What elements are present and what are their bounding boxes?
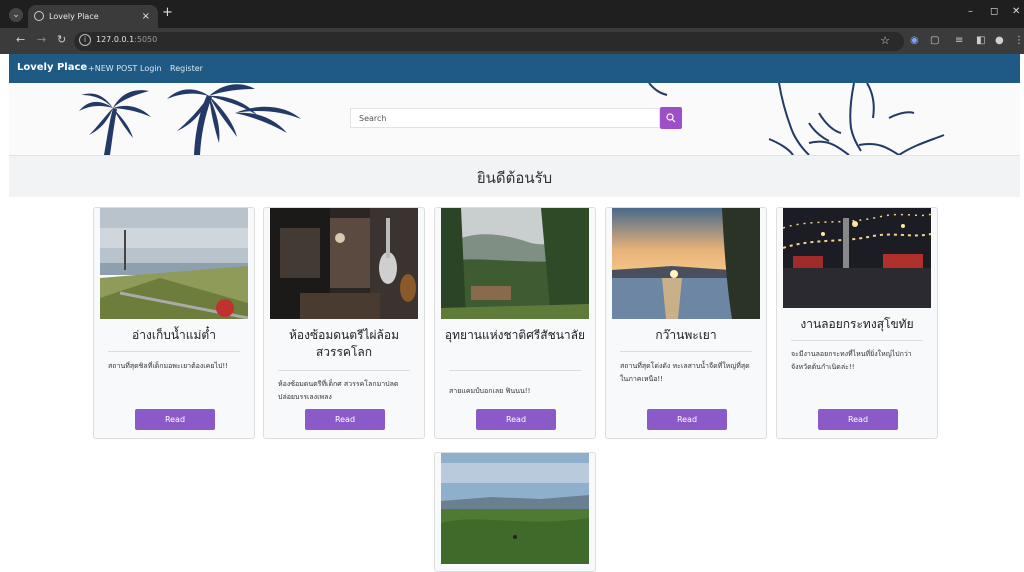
brand-logo[interactable]: Lovely Place — [17, 62, 87, 73]
nav-new-post-link[interactable]: +NEW POST — [88, 64, 137, 73]
card-image-loy-krathong-festival[interactable] — [783, 208, 931, 319]
url-text: 127.0.0.1:5050 — [96, 35, 158, 44]
card-title: อ่างเก็บน้ำแม่ต๋ำ — [132, 328, 216, 342]
site-info-icon[interactable]: i — [79, 34, 91, 46]
card-description: สายแคมป์บอกเลย ฟินนน!! — [449, 387, 531, 395]
search-icon — [666, 113, 676, 123]
browser-tab[interactable]: Lovely Place × — [28, 5, 158, 28]
read-button[interactable]: Read — [476, 409, 556, 430]
card-divider — [791, 340, 923, 341]
browser-toolbar: ← → ↻ i 127.0.0.1:5050 ☆ ◉ ▢ ≡ ◧ ● ⋮ — [0, 28, 1024, 54]
side-panel-icon[interactable]: ◧ — [976, 35, 985, 46]
forward-arrow-icon[interactable]: → — [37, 33, 46, 46]
browser-tab-strip: ⌄ Lovely Place × + – ◻ ✕ — [0, 0, 1024, 28]
nav-login-link[interactable]: Login — [140, 64, 162, 73]
search-button[interactable] — [660, 107, 682, 129]
search-input[interactable]: Search — [350, 108, 660, 128]
card-title: ห้องซ้อมดนตรีไผ่ล้อมสวรรคโลก — [288, 328, 399, 359]
card-title: กว๊านพะเยา — [655, 328, 717, 342]
card-image-national-park[interactable] — [441, 208, 589, 319]
place-card: อ่างเก็บน้ำแม่ต๋ำ สถานที่สุดชิลที่เด็กมอ… — [93, 207, 255, 439]
card-description: จะมีงานลอยกระทงที่ไหนที่ยิ่งใหญ่ไปกว่าจั… — [791, 350, 912, 371]
card-image-mountain-viewpoint[interactable] — [441, 453, 589, 564]
bookmark-star-icon[interactable]: ☆ — [880, 34, 890, 47]
place-card: ห้องซ้อมดนตรีไผ่ล้อมสวรรคโลก ห้องซ้อมดนต… — [263, 207, 425, 439]
card-divider — [449, 370, 581, 371]
card-divider — [620, 351, 752, 352]
minimize-icon[interactable]: – — [968, 6, 973, 17]
globe-icon — [34, 11, 44, 21]
welcome-heading: ยินดีต้อนรับ — [476, 169, 553, 187]
reload-icon[interactable]: ↻ — [57, 33, 66, 46]
reading-list-icon[interactable]: ≡ — [955, 35, 963, 46]
new-tab-button[interactable]: + — [162, 5, 173, 20]
card-divider — [278, 370, 410, 371]
tab-title: Lovely Place — [49, 12, 99, 21]
read-button[interactable]: Read — [135, 409, 215, 430]
read-button[interactable]: Read — [305, 409, 385, 430]
tab-search-menu-icon[interactable]: ⌄ — [9, 8, 23, 22]
profile-avatar-icon[interactable]: ● — [995, 35, 1004, 46]
window-close-icon[interactable]: ✕ — [1012, 6, 1020, 17]
maximize-icon[interactable]: ◻ — [990, 6, 998, 17]
address-bar[interactable]: i 127.0.0.1:5050 ☆ — [74, 32, 904, 51]
place-card: งานลอยกระทงสุโขทัย จะมีงานลอยกระทงที่ไหน… — [776, 207, 938, 439]
card-title: งานลอยกระทงสุโขทัย — [800, 317, 914, 331]
place-card — [434, 452, 596, 572]
card-description: ห้องซ้อมดนตรีที่เด็กศ สวรรคโลกมาปลดปล่อย… — [278, 380, 399, 401]
nav-register-link[interactable]: Register — [170, 64, 203, 73]
card-divider — [108, 351, 240, 352]
card-title: อุทยานแห่งชาติศรีสัชนาลัย — [444, 328, 586, 342]
site-navbar: Lovely Place +NEW POST Login Register — [9, 54, 1020, 83]
extensions-puzzle-icon[interactable]: ▢ — [930, 35, 939, 46]
back-arrow-icon[interactable]: ← — [16, 33, 25, 46]
extension-icon[interactable]: ◉ — [910, 35, 919, 46]
read-button[interactable]: Read — [818, 409, 898, 430]
place-card: กว๊านพะเยา สถานที่สุดโด่งดัง ทะเลสาบน้ำจ… — [605, 207, 767, 439]
welcome-banner: ยินดีต้อนรับ — [9, 155, 1020, 197]
place-card-grid: อ่างเก็บน้ำแม่ต๋ำ สถานที่สุดชิลที่เด็กมอ… — [9, 197, 1020, 572]
place-card: อุทยานแห่งชาติศรีสัชนาลัย สายแคมป์บอกเลย… — [434, 207, 596, 439]
tab-close-icon[interactable]: × — [142, 5, 150, 28]
browser-menu-icon[interactable]: ⋮ — [1014, 35, 1024, 46]
card-image-phayao-lake[interactable] — [612, 208, 760, 319]
read-button[interactable]: Read — [647, 409, 727, 430]
card-image-music-room[interactable] — [270, 208, 418, 319]
card-description: สถานที่สุดชิลที่เด็กมอพะเยาต้องเคยไป!! — [108, 362, 229, 370]
hero-banner: Search — [9, 83, 1020, 155]
card-image-reservoir[interactable] — [100, 208, 248, 319]
card-description: สถานที่สุดโด่งดัง ทะเลสาบน้ำจืดที่ใหญ่ที… — [620, 362, 750, 383]
